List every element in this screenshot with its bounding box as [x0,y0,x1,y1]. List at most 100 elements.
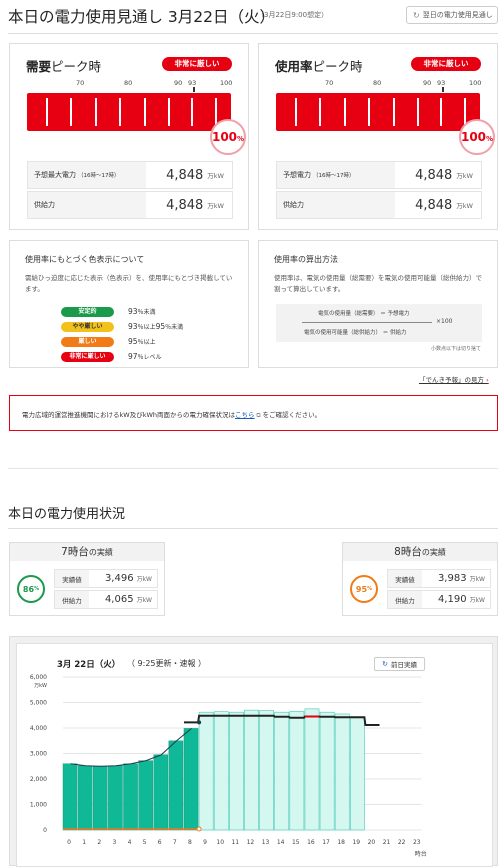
x-tick-label: 2 [97,839,101,846]
chart-outer: 3月 22日（火） （ 9:25更新・速報 ） ↻ 前日実績 6,000 5,000… [9,636,498,867]
reserve-end-point [196,826,202,832]
actual-bar [123,763,138,831]
gauge-tick-label: 100 [220,79,233,87]
x-tick-label: 18 [337,839,345,846]
usage-ring-86: 86% [17,575,45,603]
x-tick-label: 0 [67,839,71,846]
actual-end-point [197,720,202,725]
x-tick-label: 22 [398,839,406,846]
level-tag: 安定的 [61,306,114,317]
forecast-guide-link[interactable]: 「でんき予報」の見方 › [419,374,489,384]
actual-supply-row: 供給力 4,190 万kW [387,590,491,609]
alert-box: 電力広域的運営推進機関におけるkW及びkWh両面からの電力確保状況はこちら ⧉ … [9,395,498,431]
chart-inner: 3月 22日（火） （ 9:25更新・速報 ） ↻ 前日実績 6,000 5,000… [16,643,493,867]
x-tick-label: 5 [143,839,147,846]
x-tick-label: 13 [262,839,270,846]
peak-demand-card: 需要ピーク時 非常に厳しい 70 80 90 93 100 100% 予想最大電… [9,43,249,230]
header-divider [8,33,498,34]
usage-ring-95: 95% [350,575,378,603]
forecast-bar [244,709,259,831]
gauge-tick-label: 93 [437,79,446,87]
forecast-bar [213,711,229,831]
formula-box: 電気の使用量（総需要） ＝ 予想電力 電気の使用可能量（総供給力） ＝ 供給力 … [276,304,482,342]
forecast-bar [198,711,214,831]
forecast-bar [334,713,350,831]
forecast-bar [289,711,305,831]
gauge-tick-label: 90 [174,79,183,87]
level-row-slightly-tight: やや厳しい 93 ％以上 95 ％未満 [61,319,241,334]
usage-gauge-bar [276,93,480,131]
y-tick-label: 0 [43,827,47,834]
supply-row: 供給力 4,848 万kW [276,191,482,219]
chevron-right-icon: › [486,376,489,384]
refresh-icon: ↻ [413,10,420,20]
x-tick-label: 14 [277,839,285,846]
x-tick-label: 17 [322,839,330,846]
actual-7-card: 7時台の実績 86% 実績値 3,496 万kW 供給力 4,065 万kW [9,542,165,616]
y-tick-label: 5,000 [30,700,47,707]
y-axis-unit: 万kW [34,683,47,689]
x-tick-label: 7 [173,839,177,846]
actual-bar [153,754,169,831]
y-tick-label: 4,000 [30,725,47,732]
level-row-stable: 安定的 93 ％未満 [61,304,241,319]
actual-8-header: 8時台の実績 [343,543,497,561]
peak-rate-title: 使用率ピーク時 [275,59,363,74]
actual-bar [77,765,93,831]
actual-bar [138,760,153,831]
calc-info-title: 使用率の算出方法 [274,255,338,264]
peak-rate-card: 使用率ピーク時 非常に厳しい 70 80 90 93 100 100% 予想電力… [258,43,498,230]
peak-demand-title: 需要ピーク時 [26,59,102,74]
x-tick-label: 10 [216,839,224,846]
y-tick-label: 1,000 [30,802,47,809]
x-axis-unit: 時台 [415,850,427,858]
next-day-forecast-button[interactable]: ↻ 翌日の電力使用見通し [406,6,498,24]
y-tick-label: 6,000 [30,674,47,681]
section-divider [8,468,498,469]
x-tick-label: 6 [158,839,162,846]
level-tag: やや厳しい [61,321,114,332]
actual-bar [62,763,78,831]
usage-percent-circle: 100% [459,119,495,155]
forecast-bar [229,711,244,831]
gauge-93-marker [193,87,195,92]
level-tag: 厳しい [61,336,114,347]
x-tick-label: 4 [128,839,132,846]
actual-bar [108,765,123,831]
actual-8-card: 8時台の実績 95% 実績値 3,983 万kW 供給力 4,190 万kW [342,542,498,616]
level-row-very-tight: 非常に厳しい 97 ％レベル [61,349,241,364]
external-link-icon: ⧉ [254,412,263,419]
x-tick-label: 8 [188,839,192,846]
usage-section-title: 本日の電力使用状況 [8,507,126,522]
level-list: 安定的 93 ％未満 やや厳しい 93 ％以上 95 ％未満 厳しい 95 ％以上 非常に… [61,304,241,364]
calc-info-card: 使用率の算出方法 使用率は、電気の使用量（総需要）を電気の使用可能量（総供給力）… [258,240,498,368]
x-tick-label: 11 [231,839,239,846]
gauge-tick-label: 70 [325,79,334,87]
forecast-time-note: （3月22日9:00想定） [257,11,329,19]
x-tick-label: 3 [112,839,116,846]
usage-gauge-bar [27,93,231,131]
x-tick-label: 9 [203,839,207,846]
page-title: 本日の電力使用見通し 3月22日（火） [8,8,276,26]
gauge-tick-label: 93 [188,79,197,87]
calc-info-desc: 使用率は、電気の使用量（総需要）を電気の使用可能量（総供給力）で割って算出してい… [274,274,482,293]
actual-value-row: 実績値 3,983 万kW [387,569,491,588]
forecast-power-row: 予想電力 （16時〜17時） 4,848 万kW [276,161,482,189]
gauge-tick-label: 70 [76,79,85,87]
status-badge: 非常に厳しい [411,57,481,71]
usage-percent-circle: 100% [210,119,246,155]
x-tick-label: 15 [292,839,300,846]
level-tag: 非常に厳しい [61,351,114,362]
x-tick-label: 20 [368,839,376,846]
forecast-bar [349,717,365,831]
usage-section-divider [8,528,498,529]
gauge-93-marker [442,87,444,92]
calc-footnote: 小数点以下は切り捨て [431,346,482,352]
gauge-tick-label: 80 [373,79,382,87]
status-badge: 非常に厳しい [162,57,232,71]
alert-link[interactable]: こちら [235,411,255,419]
forecast-bar [259,710,274,831]
x-tick-label: 23 [413,839,421,846]
actual-bar [183,728,199,831]
usage-chart: 6,0005,0004,0003,0002,0001,0000万kW0 1 2 3 4 5… [30,674,427,858]
